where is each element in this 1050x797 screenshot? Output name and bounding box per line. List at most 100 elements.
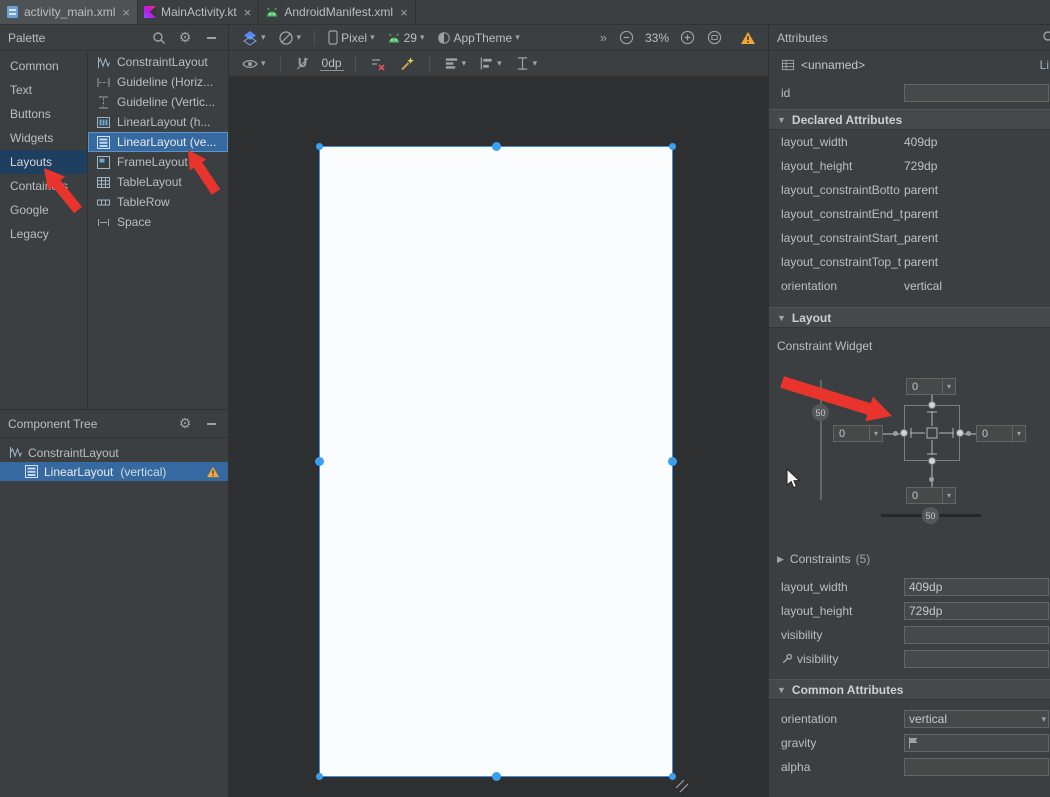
canvas-resize-corner[interactable] xyxy=(675,779,689,793)
category-layouts[interactable]: Layouts xyxy=(0,150,87,174)
align-selector[interactable]: ▾ xyxy=(476,54,505,73)
selection-handle-mid-right[interactable] xyxy=(668,457,677,466)
minimize-icon[interactable] xyxy=(202,29,220,47)
layout-height-input[interactable] xyxy=(904,602,1049,620)
margin-top-combo[interactable]: 0 ▾ xyxy=(906,378,956,395)
api-level-selector[interactable]: 29 ▾ xyxy=(384,29,428,47)
selection-handle-top-left[interactable] xyxy=(316,143,323,150)
layout-width-input[interactable] xyxy=(904,578,1049,596)
margin-bottom-combo[interactable]: 0 ▾ xyxy=(906,487,956,504)
attribute-row[interactable]: layout_constraintStart_parent xyxy=(769,226,1050,250)
declared-attributes-section[interactable]: ▼ Declared Attributes xyxy=(769,109,1050,130)
category-text[interactable]: Text xyxy=(0,78,87,102)
category-containers[interactable]: Containers xyxy=(0,174,87,198)
theme-selector[interactable]: AppTheme ▾ xyxy=(434,29,523,47)
layout-section[interactable]: ▼ Layout xyxy=(769,307,1050,328)
zoom-in-button[interactable] xyxy=(677,28,698,47)
tab-androidmanifest-xml[interactable]: AndroidManifest.xml × xyxy=(259,0,415,24)
constraint-anchor-right[interactable] xyxy=(956,429,964,437)
attribute-row[interactable]: orientationvertical xyxy=(769,274,1050,298)
constraint-widget-square[interactable] xyxy=(904,405,960,461)
orientation-input[interactable] xyxy=(904,710,1049,728)
component-guideline-horizontal[interactable]: Guideline (Horiz... xyxy=(88,72,228,92)
gear-icon[interactable]: ⚙ xyxy=(176,29,194,47)
close-tab-icon[interactable]: × xyxy=(400,6,408,19)
constraint-anchor-left[interactable] xyxy=(900,429,908,437)
component-space[interactable]: Space xyxy=(88,212,228,232)
constraint-anchor-top[interactable] xyxy=(928,401,936,409)
attribute-value[interactable]: parent xyxy=(904,207,938,221)
selection-handle-bottom-center[interactable] xyxy=(492,772,501,781)
orientation-selector[interactable]: ▾ xyxy=(275,28,305,48)
gear-icon[interactable]: ⚙ xyxy=(176,415,194,433)
device-selector[interactable]: Pixel ▾ xyxy=(325,28,378,47)
vertical-bias-slider[interactable] xyxy=(820,380,822,500)
tools-visibility-input[interactable] xyxy=(904,650,1049,668)
tree-item-constraintlayout[interactable]: ConstraintLayout xyxy=(0,443,228,462)
pack-selector[interactable]: ▾ xyxy=(441,54,470,73)
attribute-row[interactable]: layout_width409dp xyxy=(769,130,1050,154)
attribute-row[interactable]: layout_height729dp xyxy=(769,154,1050,178)
device-artboard[interactable] xyxy=(319,146,673,777)
gravity-input[interactable] xyxy=(904,734,1049,752)
attribute-value[interactable]: 409dp xyxy=(904,135,937,149)
selection-handle-top-right[interactable] xyxy=(669,143,676,150)
selection-handle-bottom-left[interactable] xyxy=(316,773,323,780)
category-widgets[interactable]: Widgets xyxy=(0,126,87,150)
tablerow-icon xyxy=(96,195,111,210)
attribute-row[interactable]: layout_constraintBottoparent xyxy=(769,178,1050,202)
selection-handle-mid-left[interactable] xyxy=(315,457,324,466)
tab-activity-main-xml[interactable]: activity_main.xml × xyxy=(0,0,138,24)
common-attributes-section[interactable]: ▼ Common Attributes xyxy=(769,679,1050,700)
category-google[interactable]: Google xyxy=(0,198,87,222)
zoom-to-fit-button[interactable] xyxy=(704,28,725,47)
attribute-row[interactable]: layout_constraintTop_tparent xyxy=(769,250,1050,274)
search-icon[interactable] xyxy=(1042,30,1050,44)
component-framelayout[interactable]: FrameLayout xyxy=(88,152,228,172)
category-common[interactable]: Common xyxy=(0,54,87,78)
horizontal-bias-badge[interactable]: 50 xyxy=(922,507,939,524)
margin-left-combo[interactable]: 0 ▾ xyxy=(833,425,883,442)
alpha-input[interactable] xyxy=(904,758,1049,776)
attribute-value[interactable]: parent xyxy=(904,183,938,197)
category-buttons[interactable]: Buttons xyxy=(0,102,87,126)
design-canvas[interactable] xyxy=(229,77,769,797)
autoconnect-toggle[interactable] xyxy=(292,54,313,73)
attribute-value[interactable]: 729dp xyxy=(904,159,937,173)
warning-icon[interactable] xyxy=(206,466,220,478)
tab-mainactivity-kt[interactable]: MainActivity.kt × xyxy=(138,0,259,24)
clear-constraints-button[interactable] xyxy=(367,54,389,74)
constraints-section[interactable]: ▶ Constraints (5) xyxy=(769,547,1050,571)
attribute-value[interactable]: parent xyxy=(904,231,938,245)
search-icon[interactable] xyxy=(150,29,168,47)
attribute-value[interactable]: parent xyxy=(904,255,938,269)
minimize-icon[interactable] xyxy=(202,415,220,433)
infer-constraints-button[interactable] xyxy=(396,54,418,74)
category-legacy[interactable]: Legacy xyxy=(0,222,87,246)
component-constraintlayout[interactable]: ConstraintLayout xyxy=(88,52,228,72)
close-tab-icon[interactable]: × xyxy=(122,6,130,19)
component-linearlayout-horizontal[interactable]: LinearLayout (h... xyxy=(88,112,228,132)
design-surface-selector[interactable]: ▾ xyxy=(239,28,269,48)
view-options-selector[interactable]: ▾ xyxy=(239,56,269,72)
attribute-name: visibility xyxy=(781,628,904,642)
component-tablelayout[interactable]: TableLayout xyxy=(88,172,228,192)
attribute-row[interactable]: layout_constraintEnd_tparent xyxy=(769,202,1050,226)
tree-item-linearlayout[interactable]: LinearLayout (vertical) xyxy=(0,462,228,481)
close-tab-icon[interactable]: × xyxy=(244,6,252,19)
selection-handle-top-center[interactable] xyxy=(492,142,501,151)
vertical-bias-badge[interactable]: 50 xyxy=(812,404,829,421)
component-guideline-vertical[interactable]: Guideline (Vertic... xyxy=(88,92,228,112)
warning-icon[interactable] xyxy=(737,29,759,47)
component-tablerow[interactable]: TableRow xyxy=(88,192,228,212)
id-input[interactable] xyxy=(904,84,1049,102)
guidelines-selector[interactable]: ▾ xyxy=(512,54,541,73)
zoom-out-button[interactable] xyxy=(616,28,637,47)
constraint-anchor-bottom[interactable] xyxy=(928,457,936,465)
visibility-input[interactable] xyxy=(904,626,1049,644)
component-linearlayout-vertical[interactable]: LinearLayout (ve... xyxy=(88,132,228,152)
toolbar-overflow[interactable]: » xyxy=(597,28,610,47)
margin-right-combo[interactable]: 0 ▾ xyxy=(976,425,1026,442)
attribute-value[interactable]: vertical xyxy=(904,279,942,293)
default-margins-selector[interactable]: 0dp xyxy=(320,56,344,71)
